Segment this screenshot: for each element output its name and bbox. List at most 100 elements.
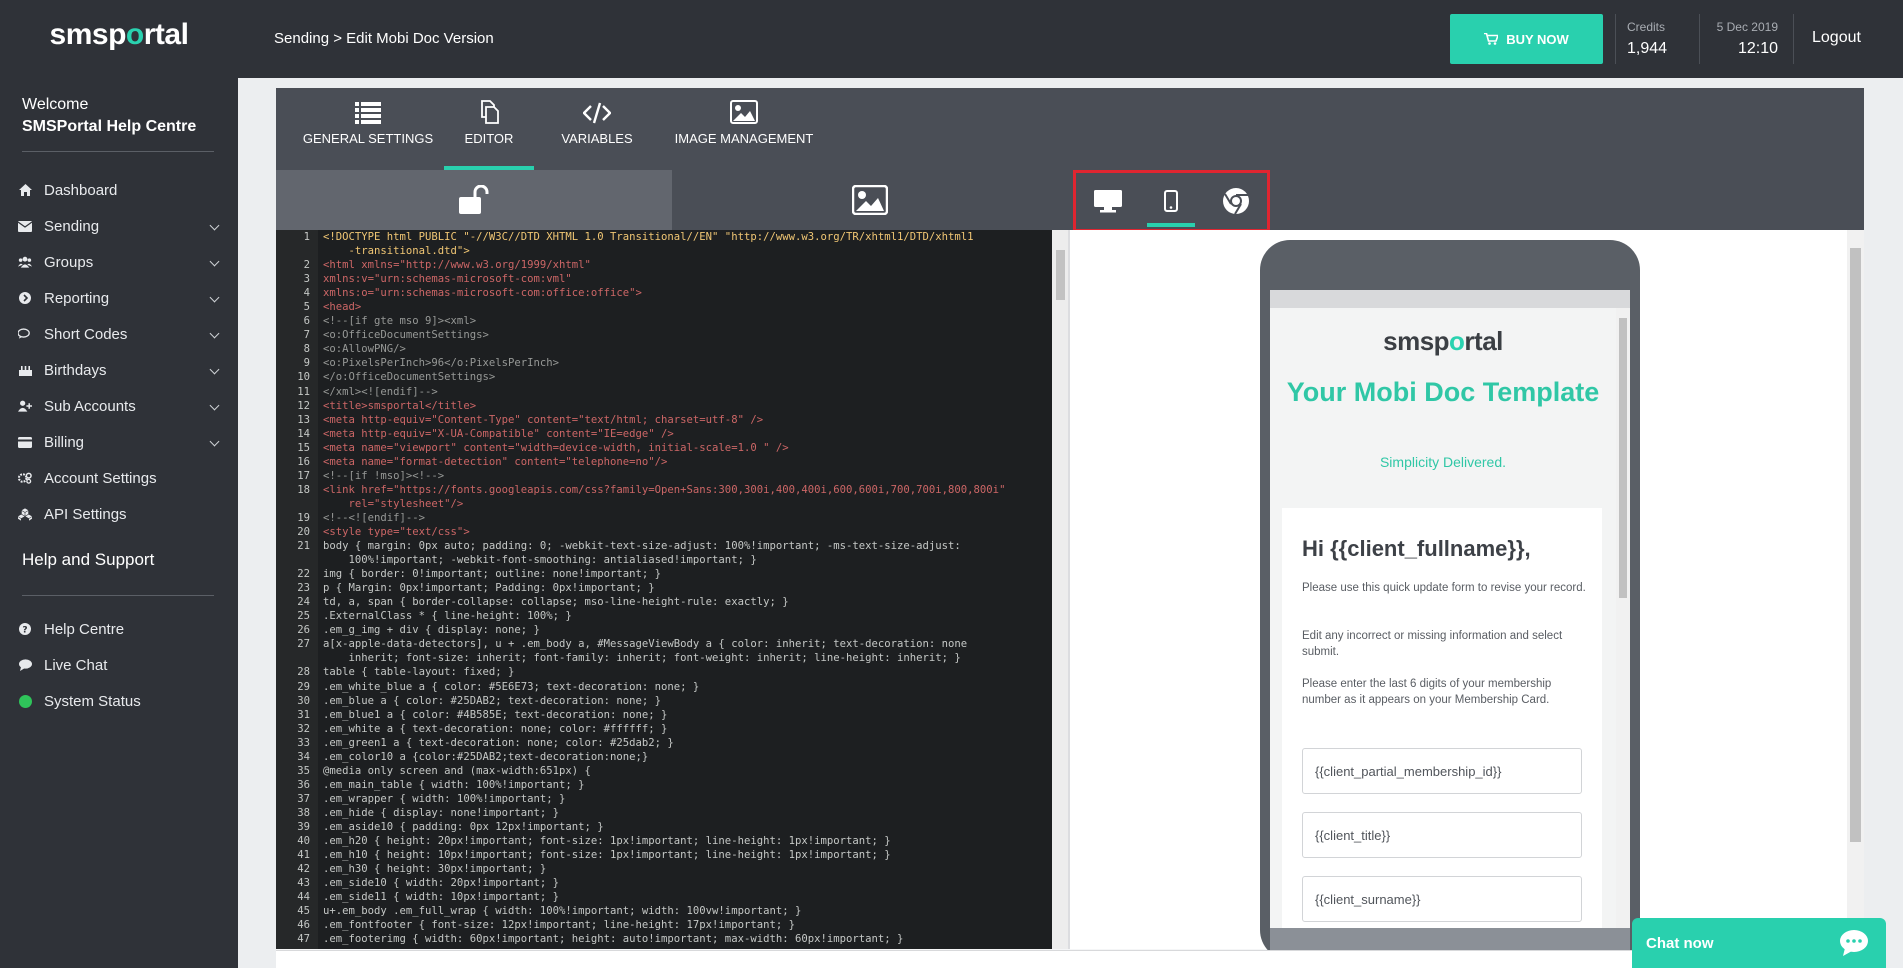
code-line[interactable]: 36 .em_main_table { width: 100%!important… bbox=[276, 778, 1051, 792]
line-text[interactable]: <o:PixelsPerInch>96</o:PixelsPerInch> bbox=[318, 356, 559, 370]
code-line[interactable]: 43 .em_side10 { width: 20px!important; } bbox=[276, 876, 1051, 890]
line-text[interactable]: <!DOCTYPE html PUBLIC "-//W3C//DTD XHTML… bbox=[318, 230, 974, 244]
code-line[interactable]: 14 <meta http-equiv="X-UA-Compatible" con… bbox=[276, 427, 1051, 441]
code-line[interactable]: 8 <o:AllowPNG/> bbox=[276, 342, 1051, 356]
code-line[interactable]: 38 .em_hide { display: none!important; } bbox=[276, 806, 1051, 820]
line-text[interactable]: <meta name="format-detection" content="t… bbox=[318, 455, 667, 469]
code-line[interactable]: rel="stylesheet"/> bbox=[276, 497, 1051, 511]
browser-view-button[interactable] bbox=[1219, 183, 1253, 219]
line-text[interactable]: .em_main_table { width: 100%!important; … bbox=[318, 778, 585, 792]
line-text[interactable]: -transitional.dtd"> bbox=[318, 244, 470, 258]
line-text[interactable]: .em_blue1 a { color: #4B585E; text-decor… bbox=[318, 708, 667, 722]
buy-now-button[interactable]: BUY NOW bbox=[1450, 14, 1603, 64]
code-line[interactable]: 41 .em_h10 { height: 10px!important; font… bbox=[276, 848, 1051, 862]
chevron-down-icon[interactable] bbox=[209, 364, 220, 375]
code-line[interactable]: 39 .em_aside10 { padding: 0px 12px!import… bbox=[276, 820, 1051, 834]
logout-link[interactable]: Logout bbox=[1812, 29, 1861, 47]
code-line[interactable]: 30 .em_blue a { color: #25DAB2; text-deco… bbox=[276, 694, 1051, 708]
code-line[interactable]: 20 <style type="text/css"> bbox=[276, 525, 1051, 539]
line-text[interactable]: .em_white_blue a { color: #5E6E73; text-… bbox=[318, 680, 699, 694]
tab-image-management[interactable]: IMAGE MANAGEMENT bbox=[664, 88, 824, 168]
line-text[interactable]: .em_color10 a {color:#25DAB2;text-decora… bbox=[318, 750, 648, 764]
line-text[interactable]: </xml><![endif]--> bbox=[318, 385, 438, 399]
line-text[interactable]: 100%!important; -webkit-font-smoothing: … bbox=[318, 553, 757, 567]
tab-editor[interactable]: EDITOR bbox=[444, 88, 534, 168]
line-text[interactable]: .em_g_img + div { display: none; } bbox=[318, 623, 540, 637]
sidebar-item-groups[interactable]: Groups bbox=[0, 244, 238, 280]
code-line[interactable]: 42 .em_h30 { height: 30px!important; } bbox=[276, 862, 1051, 876]
code-line[interactable]: 33 .em_green1 a { text-decoration: none; … bbox=[276, 736, 1051, 750]
code-line[interactable]: 27 a[x-apple-data-detectors], u + .em_bod… bbox=[276, 637, 1051, 651]
sidebar-item-billing[interactable]: Billing bbox=[0, 424, 238, 460]
code-line[interactable]: 7 <o:OfficeDocumentSettings> bbox=[276, 328, 1051, 342]
line-text[interactable]: td, a, span { border-collapse: collapse;… bbox=[318, 595, 789, 609]
line-text[interactable]: a[x-apple-data-detectors], u + .em_body … bbox=[318, 637, 967, 651]
surname-field[interactable]: {{client_surname}} bbox=[1302, 876, 1582, 922]
code-line[interactable]: -transitional.dtd"> bbox=[276, 244, 1051, 258]
chevron-down-icon[interactable] bbox=[209, 220, 220, 231]
code-line[interactable]: 31 .em_blue1 a { color: #4B585E; text-dec… bbox=[276, 708, 1051, 722]
scrollbar-thumb[interactable] bbox=[1619, 318, 1627, 598]
line-text[interactable]: <!--[if !mso]><!--> bbox=[318, 469, 444, 483]
title-field[interactable]: {{client_title}} bbox=[1302, 812, 1582, 858]
line-text[interactable]: <!--[if gte mso 9]><xml> bbox=[318, 314, 476, 328]
desktop-view-button[interactable] bbox=[1091, 183, 1125, 219]
chevron-down-icon[interactable] bbox=[209, 256, 220, 267]
code-lines[interactable]: 1 <!DOCTYPE html PUBLIC "-//W3C//DTD XHTM… bbox=[276, 230, 1051, 946]
line-text[interactable]: p { Margin: 0px!important; Padding: 0px!… bbox=[318, 581, 655, 595]
code-line[interactable]: 3 xmlns:v="urn:schemas-microsoft-com:vml" bbox=[276, 272, 1051, 286]
unlock-toggle-button[interactable] bbox=[276, 170, 672, 230]
code-line[interactable]: 6 <!--[if gte mso 9]><xml> bbox=[276, 314, 1051, 328]
code-line[interactable]: 37 .em_wrapper { width: 100%!important; } bbox=[276, 792, 1051, 806]
code-line[interactable]: 17 <!--[if !mso]><!--> bbox=[276, 469, 1051, 483]
scrollbar-thumb[interactable] bbox=[1850, 248, 1861, 842]
line-text[interactable]: img { border: 0!important; outline: none… bbox=[318, 567, 661, 581]
membership-id-field[interactable]: {{client_partial_membership_id}} bbox=[1302, 748, 1582, 794]
help-item-live-chat[interactable]: Live Chat bbox=[0, 647, 238, 683]
line-text[interactable]: .em_side10 { width: 20px!important; } bbox=[318, 876, 559, 890]
code-line[interactable]: 32 .em_white a { text-decoration: none; c… bbox=[276, 722, 1051, 736]
code-line[interactable]: 100%!important; -webkit-font-smoothing: … bbox=[276, 553, 1051, 567]
chevron-down-icon[interactable] bbox=[209, 328, 220, 339]
code-line[interactable]: 21 body { margin: 0px auto; padding: 0; -… bbox=[276, 539, 1051, 553]
help-item-system-status[interactable]: System Status bbox=[0, 683, 238, 719]
line-text[interactable]: .em_white a { text-decoration: none; col… bbox=[318, 722, 667, 736]
brand-logo[interactable]: smsportal bbox=[0, 18, 238, 52]
line-text[interactable]: .em_aside10 { padding: 0px 12px!importan… bbox=[318, 820, 604, 834]
line-text[interactable]: <!--<![endif]--> bbox=[318, 511, 425, 525]
line-text[interactable]: <meta name="viewport" content="width=dev… bbox=[318, 441, 789, 455]
code-line[interactable]: 22 img { border: 0!important; outline: no… bbox=[276, 567, 1051, 581]
code-editor[interactable]: 1 <!DOCTYPE html PUBLIC "-//W3C//DTD XHTM… bbox=[276, 230, 1068, 949]
sidebar-item-reporting[interactable]: Reporting bbox=[0, 280, 238, 316]
line-text[interactable]: .em_footerimg { width: 60px!important; h… bbox=[318, 932, 903, 946]
line-text[interactable]: .em_side11 { width: 10px!important; } bbox=[318, 890, 559, 904]
chevron-down-icon[interactable] bbox=[209, 292, 220, 303]
code-line[interactable]: 15 <meta name="viewport" content="width=d… bbox=[276, 441, 1051, 455]
line-text[interactable]: .em_green1 a { text-decoration: none; co… bbox=[318, 736, 674, 750]
code-line[interactable]: 24 td, a, span { border-collapse: collaps… bbox=[276, 595, 1051, 609]
code-line[interactable]: 23 p { Margin: 0px!important; Padding: 0p… bbox=[276, 581, 1051, 595]
sidebar-item-api-settings[interactable]: API Settings bbox=[0, 496, 238, 532]
code-line[interactable]: 47 .em_footerimg { width: 60px!important;… bbox=[276, 932, 1051, 946]
code-line[interactable]: 35 @media only screen and (max-width:651p… bbox=[276, 764, 1051, 778]
mobile-view-button[interactable] bbox=[1154, 183, 1188, 219]
code-line[interactable]: 13 <meta http-equiv="Content-Type" conten… bbox=[276, 413, 1051, 427]
code-line[interactable]: 16 <meta name="format-detection" content=… bbox=[276, 455, 1051, 469]
tab-general-settings[interactable]: GENERAL SETTINGS bbox=[288, 88, 448, 168]
chat-now-widget[interactable]: Chat now bbox=[1632, 918, 1886, 968]
line-text[interactable]: body { margin: 0px auto; padding: 0; -we… bbox=[318, 539, 961, 553]
code-scrollbar[interactable] bbox=[1052, 230, 1068, 949]
line-text[interactable]: <meta http-equiv="Content-Type" content=… bbox=[318, 413, 763, 427]
code-line[interactable]: 4 xmlns:o="urn:schemas-microsoft-com:offi… bbox=[276, 286, 1051, 300]
sidebar-item-short-codes[interactable]: Short Codes bbox=[0, 316, 238, 352]
line-text[interactable]: </o:OfficeDocumentSettings> bbox=[318, 370, 495, 384]
line-text[interactable]: .em_hide { display: none!important; } bbox=[318, 806, 559, 820]
code-line[interactable]: 40 .em_h20 { height: 20px!important; font… bbox=[276, 834, 1051, 848]
line-text[interactable]: .em_h10 { height: 10px!important; font-s… bbox=[318, 848, 891, 862]
code-line[interactable]: 26 .em_g_img + div { display: none; } bbox=[276, 623, 1051, 637]
insert-image-button[interactable] bbox=[672, 170, 1068, 230]
code-line[interactable]: 12 <title>smsportal</title> bbox=[276, 399, 1051, 413]
code-line[interactable]: 10 </o:OfficeDocumentSettings> bbox=[276, 370, 1051, 384]
preview-scrollbar[interactable] bbox=[1847, 230, 1864, 949]
sidebar-item-sending[interactable]: Sending bbox=[0, 208, 238, 244]
